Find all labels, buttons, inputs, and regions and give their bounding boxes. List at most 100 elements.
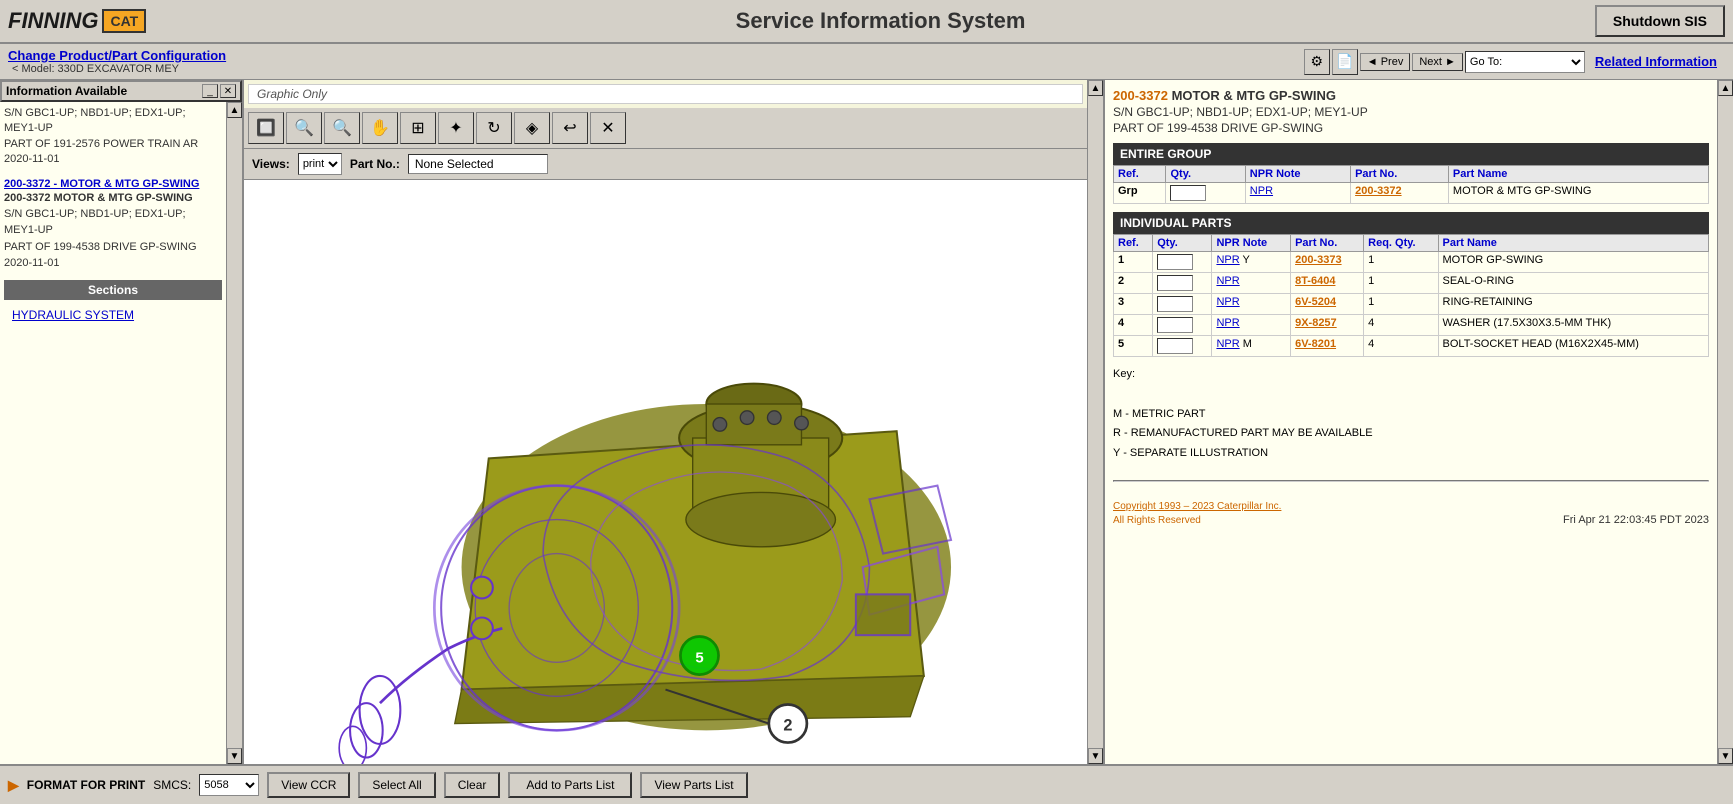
triangle-icon: ▶ [8,777,19,794]
part-npr-link[interactable]: NPR [1216,254,1239,266]
part-qty-input[interactable] [1157,296,1193,312]
table-row: 4 NPR 9X-8257 4 WASHER (17.5X30X3.5-MM T… [1114,315,1709,336]
graphic-scrollbar: ▲ ▼ [1087,80,1103,764]
part-npr: NPR Y [1212,252,1291,273]
part-npr-link[interactable]: NPR [1216,338,1239,350]
view-btn-zoom-in[interactable]: 🔍 [286,112,322,144]
info-available-label: Information Available [6,84,127,98]
toolbar-icon-settings[interactable]: ⚙ [1304,49,1330,75]
part-qty [1153,252,1212,273]
part-qty-input[interactable] [1157,317,1193,333]
sidebar-motor-link[interactable]: 200-3372 - MOTOR & MTG GP-SWING [4,178,199,190]
part-subtitle: S/N GBC1-UP; NBD1-UP; EDX1-UP; MEY1-UP [1113,105,1368,119]
graphic-label: Graphic Only [248,84,1083,104]
view-btn-fit[interactable]: ⊞ [400,112,436,144]
change-product-link[interactable]: Change Product/Part Configuration [8,48,226,63]
select-all-button[interactable]: Select All [358,772,435,798]
view-btn-select[interactable]: 🔲 [248,112,284,144]
part-ref: 2 [1114,273,1153,294]
part-partno: 6V-5204 [1291,294,1364,315]
part-partno-link[interactable]: 8T-6404 [1295,275,1335,287]
view-ccr-button[interactable]: View CCR [267,772,350,798]
grp-npr-link[interactable]: NPR [1250,185,1273,197]
ind-col-partno: Part No. [1291,235,1364,252]
goto-select[interactable]: Go To: [1465,51,1585,73]
part-req-qty: 1 [1364,294,1438,315]
part-npr: NPR M [1212,336,1291,357]
graphic-scroll-track [1088,96,1103,748]
sidebar-item-1-text2: PART OF 191-2576 POWER TRAIN AR 2020-11-… [4,138,198,165]
view-btn-layers[interactable]: ◈ [514,112,550,144]
key-label: Key: [1113,365,1709,385]
table-row: 5 NPR M 6V-8201 4 BOLT-SOCKET HEAD (M16X… [1114,336,1709,357]
part-qty [1153,273,1212,294]
part-qty-input[interactable] [1157,338,1193,354]
view-btn-pan[interactable]: ✋ [362,112,398,144]
grp-partname: MOTOR & MTG GP-SWING [1448,183,1708,204]
part-partno-link[interactable]: 6V-8201 [1295,338,1336,350]
main-area: Information Available _ ✕ S/N GBC1-UP; N… [0,80,1733,764]
prev-button[interactable]: ◄ Prev [1360,53,1411,71]
part-qty-input[interactable] [1157,254,1193,270]
next-button[interactable]: Next ► [1412,53,1463,71]
view-btn-close[interactable]: ✕ [590,112,626,144]
view-btn-zoom-out[interactable]: 🔍 [324,112,360,144]
view-btn-explode[interactable]: ✦ [438,112,474,144]
part-npr: NPR [1212,315,1291,336]
grp-qty [1166,183,1245,204]
part-partno: 200-3373 [1291,252,1364,273]
part-partname: BOLT-SOCKET HEAD (M16X2X45-MM) [1438,336,1709,357]
smcs-select[interactable]: 5058 [199,774,259,796]
part-partno-link[interactable]: 9X-8257 [1295,317,1337,329]
right-scroll-down[interactable]: ▼ [1718,748,1733,764]
part-partno-link[interactable]: 6V-5204 [1295,296,1336,308]
hydraulic-link[interactable]: HYDRAULIC SYSTEM [8,304,218,326]
add-to-parts-list-button[interactable]: Add to Parts List [508,772,632,798]
app-title: Service Information System [166,8,1595,34]
part-qty-input[interactable] [1157,275,1193,291]
part-npr-link[interactable]: NPR [1216,296,1239,308]
copyright-link[interactable]: Copyright 1993 – 2023 Caterpillar Inc. [1113,501,1281,512]
scroll-down-arrow[interactable]: ▼ [227,748,242,764]
right-scroll-up[interactable]: ▲ [1718,80,1733,96]
related-info-link[interactable]: Related Information [1595,54,1717,69]
table-row: 1 NPR Y 200-3373 1 MOTOR GP-SWING [1114,252,1709,273]
machine-svg: 5 2 [244,180,1087,764]
table-row: 2 NPR 8T-6404 1 SEAL-O-RING [1114,273,1709,294]
view-btn-back[interactable]: ↩ [552,112,588,144]
nav-buttons: ◄ Prev Next ► [1360,53,1463,71]
parts-table-body: 1 NPR Y 200-3373 1 MOTOR GP-SWING 2 NPR … [1114,252,1709,357]
scroll-up-arrow[interactable]: ▲ [227,102,242,118]
individual-parts-table: Ref. Qty. NPR Note Part No. Req. Qty. Pa… [1113,234,1709,357]
scroll-track [227,118,242,748]
part-partno: 6V-8201 [1291,336,1364,357]
toolbar-icon-doc[interactable]: 📄 [1332,49,1358,75]
shutdown-button[interactable]: Shutdown SIS [1595,5,1725,37]
close-button[interactable]: ✕ [220,84,236,98]
minimize-button[interactable]: _ [202,84,218,98]
part-partname: MOTOR GP-SWING [1438,252,1709,273]
clear-button[interactable]: Clear [444,772,501,798]
graphic-scroll-down[interactable]: ▼ [1088,748,1103,764]
bottom-bar: ▶ FORMAT FOR PRINT SMCS: 5058 View CCR S… [0,764,1733,804]
view-toolbar: 🔲 🔍 🔍 ✋ ⊞ ✦ ↻ ◈ ↩ ✕ [244,108,1087,149]
part-npr-link[interactable]: NPR [1216,317,1239,329]
ind-col-qty: Qty. [1153,235,1212,252]
right-panel-scrollbar: ▲ ▼ [1717,80,1733,764]
graphic-area: 5 2 [244,180,1087,764]
part-partno-link[interactable]: 200-3373 [1295,254,1342,266]
grp-ref: Grp [1114,183,1166,204]
individual-parts-header: INDIVIDUAL PARTS [1113,212,1709,234]
view-parts-list-button[interactable]: View Parts List [640,772,747,798]
grp-qty-input[interactable] [1170,185,1206,201]
ind-col-npr: NPR Note [1212,235,1291,252]
part-qty [1153,294,1212,315]
sidebar-item-2-detail: 200-3372 MOTOR & MTG GP-SWING S/N GBC1-U… [4,192,197,270]
part-partname: SEAL-O-RING [1438,273,1709,294]
view-btn-rotate[interactable]: ↻ [476,112,512,144]
key-m: M - METRIC PART [1113,405,1709,425]
part-npr-link[interactable]: NPR [1216,275,1239,287]
grp-partno-link[interactable]: 200-3372 [1355,185,1402,197]
graphic-scroll-up[interactable]: ▲ [1088,80,1103,96]
views-select[interactable]: print [298,153,342,175]
